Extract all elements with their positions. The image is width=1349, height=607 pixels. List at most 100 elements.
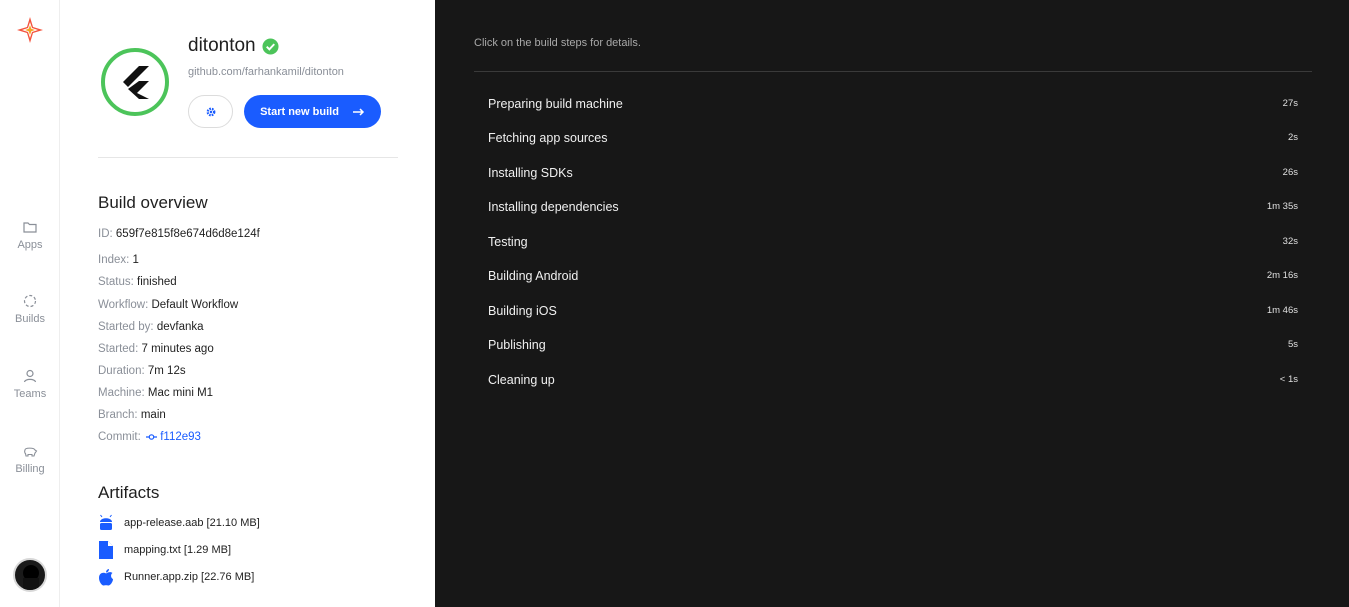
build-step-name: Building Android: [488, 269, 579, 283]
overview-key: Started by:: [98, 321, 154, 333]
build-step-name: Preparing build machine: [488, 97, 623, 111]
overview-row-workflow: Workflow: Default Workflow: [98, 299, 238, 311]
build-overview-title: Build overview: [98, 193, 208, 212]
artifact-label: mapping.txt [1.29 MB]: [124, 544, 231, 556]
overview-row-index: Index: 1: [98, 254, 139, 266]
build-step-name: Fetching app sources: [488, 131, 608, 145]
flutter-icon: [123, 66, 149, 99]
overview-value: main: [140, 409, 166, 421]
divider: [474, 71, 1312, 72]
overview-key: Workflow:: [98, 299, 149, 311]
codemagic-logo-icon[interactable]: [16, 16, 44, 44]
artifacts-title: Artifacts: [98, 483, 160, 502]
overview-value: devfanka: [156, 321, 204, 333]
nav-builds[interactable]: Builds: [0, 293, 60, 325]
build-step-duration: 1m 46s: [1266, 305, 1298, 316]
build-step[interactable]: Publishing 5s: [474, 330, 1312, 360]
overview-value: 7 minutes ago: [141, 343, 214, 355]
build-step-name: Building iOS: [488, 304, 557, 318]
overview-row-started: Started: 7 minutes ago: [98, 343, 214, 355]
build-step-name: Installing SDKs: [488, 166, 573, 180]
build-step-name: Cleaning up: [488, 373, 555, 387]
arrow-right-icon: [352, 107, 364, 116]
file-icon: [99, 541, 113, 559]
build-step[interactable]: Building Android 2m 16s: [474, 261, 1312, 291]
divider: [98, 157, 398, 158]
overview-key: Started:: [98, 343, 139, 355]
build-step-duration: 26s: [1282, 167, 1298, 178]
build-step[interactable]: Fetching app sources 2s: [474, 123, 1312, 153]
nav-builds-label: Builds: [15, 313, 45, 325]
commit-link[interactable]: f112e93: [160, 431, 201, 443]
build-step-duration: 2m 16s: [1266, 270, 1298, 281]
overview-key: Index:: [98, 254, 130, 266]
overview-value: Mac mini M1: [147, 387, 214, 399]
folder-icon: [23, 222, 37, 233]
overview-key: Status:: [98, 276, 134, 288]
app-repo-link[interactable]: github.com/farhankamil/ditonton: [188, 66, 344, 78]
avatar-image-icon: [23, 565, 39, 590]
overview-key: Machine:: [98, 387, 145, 399]
build-detail-panel: ditonton github.com/farhankamil/ditonton…: [60, 0, 435, 607]
build-steps-hint: Click on the build steps for details.: [474, 37, 641, 49]
overview-key: Duration:: [98, 365, 145, 377]
overview-key: ID:: [98, 228, 113, 240]
overview-key: Commit:: [98, 431, 141, 443]
settings-button[interactable]: [188, 95, 233, 128]
overview-row-status: Status: finished: [98, 276, 177, 288]
overview-value: 659f7e815f8e674d6d8e124f: [115, 228, 260, 240]
nav-billing[interactable]: Billing: [0, 443, 60, 475]
build-step-duration: 32s: [1282, 236, 1298, 247]
app-title: ditonton: [188, 35, 279, 57]
overview-value: 7m 12s: [147, 365, 186, 377]
overview-value: finished: [137, 276, 177, 288]
build-step-name: Installing dependencies: [488, 200, 619, 214]
piggy-bank-icon: [24, 447, 38, 457]
nav-billing-label: Billing: [15, 463, 45, 475]
overview-row-started-by: Started by: devfanka: [98, 321, 204, 333]
build-step-duration: < 1s: [1279, 374, 1298, 385]
build-step[interactable]: Installing SDKs 26s: [474, 158, 1312, 188]
artifact-item[interactable]: app-release.aab [21.10 MB]: [98, 514, 260, 532]
overview-row-machine: Machine: Mac mini M1: [98, 387, 213, 399]
build-step[interactable]: Preparing build machine 27s: [474, 89, 1312, 119]
side-nav: Apps Builds Teams Billing: [0, 0, 60, 607]
app-name: ditonton: [188, 35, 256, 56]
artifact-label: Runner.app.zip [22.76 MB]: [124, 571, 255, 583]
artifact-label: app-release.aab [21.10 MB]: [124, 517, 260, 529]
build-step-name: Publishing: [488, 338, 546, 352]
overview-row-id: ID: 659f7e815f8e674d6d8e124f: [98, 228, 260, 240]
build-steps-panel: Click on the build steps for details. Pr…: [435, 0, 1349, 607]
overview-row-duration: Duration: 7m 12s: [98, 365, 186, 377]
app-icon: [101, 48, 169, 116]
builds-icon: [23, 294, 37, 308]
build-step-duration: 5s: [1287, 339, 1298, 350]
artifact-item[interactable]: Runner.app.zip [22.76 MB]: [98, 568, 254, 586]
commit-icon: [146, 434, 158, 440]
build-step[interactable]: Building iOS 1m 46s: [474, 296, 1312, 326]
verified-check-icon: [262, 37, 279, 55]
build-step-duration: 2s: [1287, 132, 1298, 143]
artifact-item[interactable]: mapping.txt [1.29 MB]: [98, 541, 231, 559]
overview-key: Branch:: [98, 409, 138, 421]
apple-icon: [99, 569, 113, 586]
build-step[interactable]: Cleaning up < 1s: [474, 365, 1312, 395]
start-new-build-label: Start new build: [260, 105, 339, 118]
build-step[interactable]: Testing 32s: [474, 227, 1312, 257]
overview-value: Default Workflow: [151, 299, 239, 311]
nav-apps-label: Apps: [17, 239, 43, 251]
overview-row-branch: Branch: main: [98, 409, 166, 421]
overview-row-commit: Commit: f112e93: [98, 431, 201, 443]
build-step-duration: 27s: [1282, 98, 1298, 109]
user-icon: [23, 369, 37, 383]
gear-icon: [206, 107, 215, 116]
nav-teams[interactable]: Teams: [0, 368, 60, 400]
nav-apps[interactable]: Apps: [0, 219, 60, 251]
android-icon: [100, 514, 112, 530]
start-new-build-button[interactable]: Start new build: [244, 95, 381, 128]
build-step[interactable]: Installing dependencies 1m 35s: [474, 192, 1312, 222]
build-step-name: Testing: [488, 235, 528, 249]
avatar[interactable]: [13, 558, 47, 592]
nav-teams-label: Teams: [13, 388, 47, 400]
overview-value: 1: [132, 254, 139, 266]
